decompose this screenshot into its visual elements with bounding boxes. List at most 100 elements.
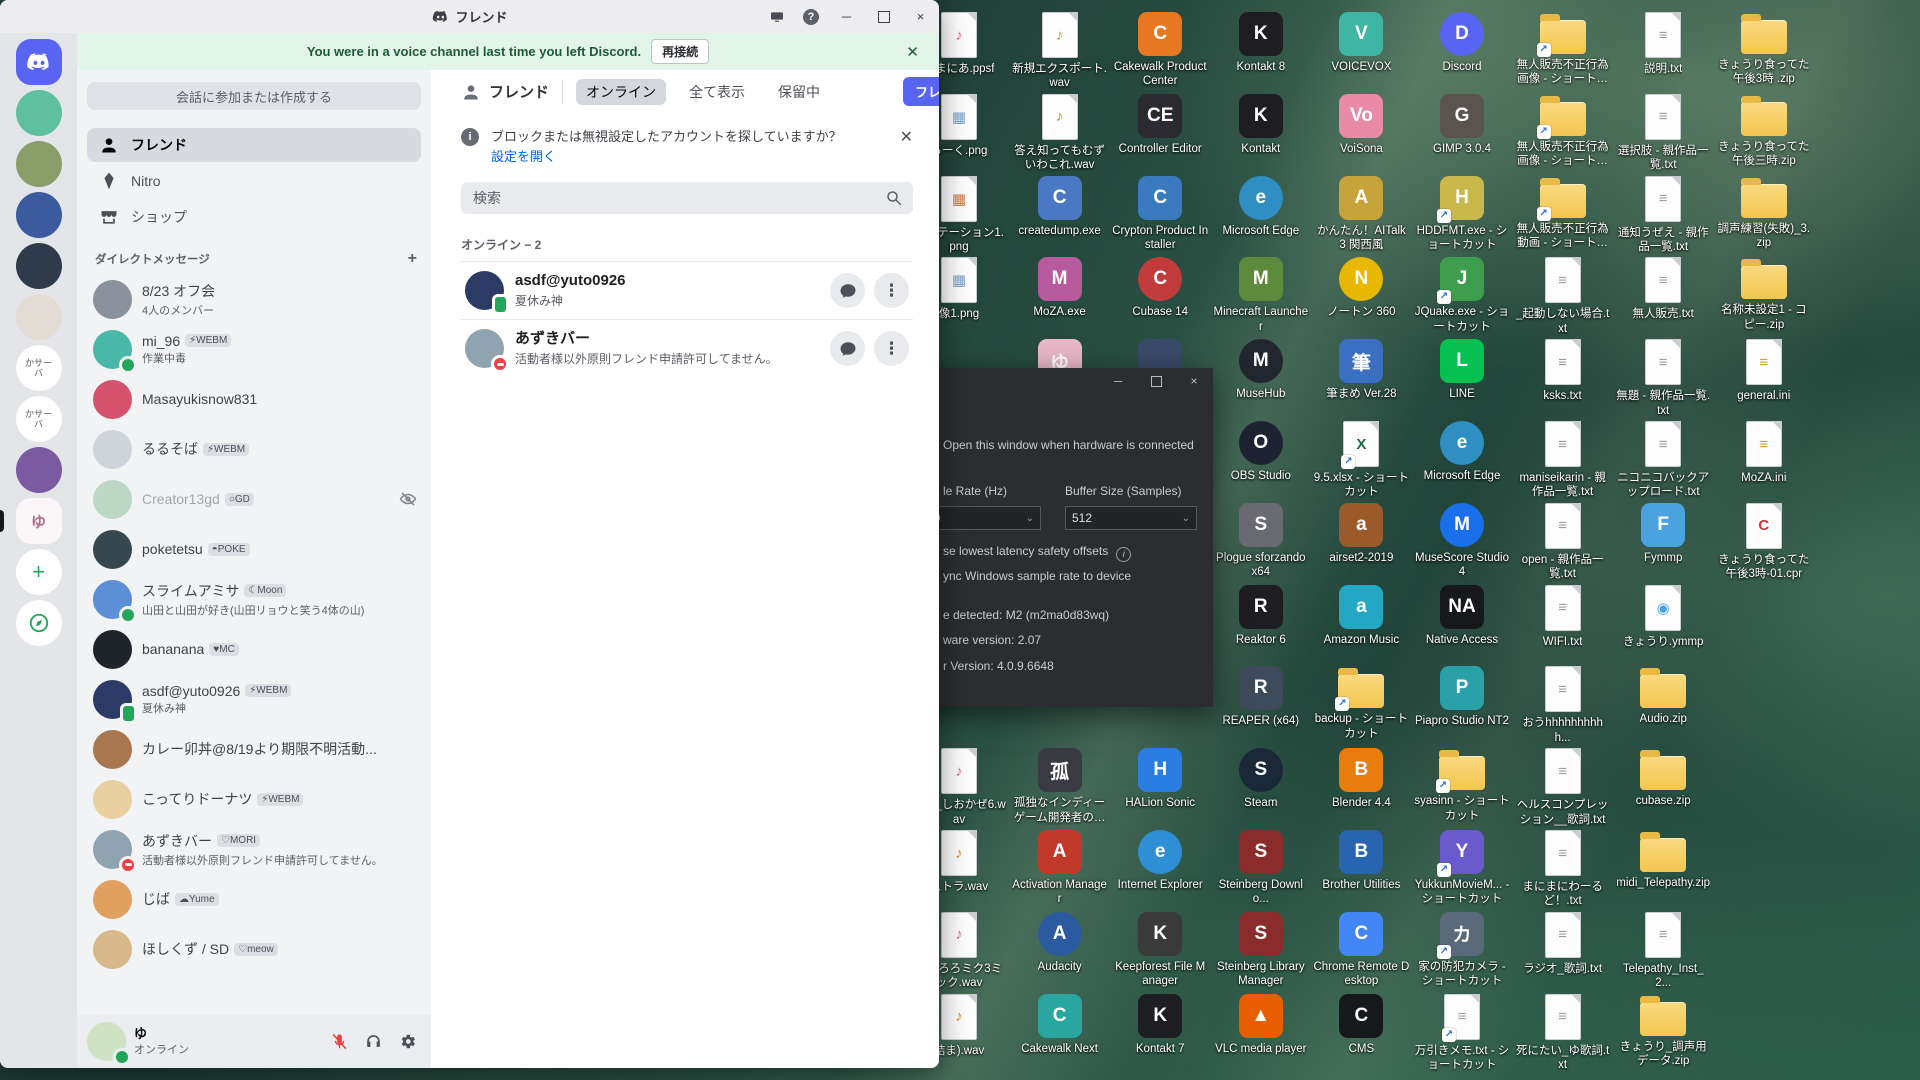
desktop-icon[interactable]: a ↗ Amazon Music: [1313, 585, 1409, 647]
desktop-icon[interactable]: A ↗ Activation Manager: [1012, 830, 1108, 907]
desktop-icon[interactable]: S ↗ Steam: [1213, 748, 1309, 810]
desktop-icon[interactable]: M ↗ MoZA.exe: [1012, 257, 1108, 319]
conversation-search-button[interactable]: 会話に参加または作成する: [87, 82, 421, 110]
desktop-icon[interactable]: H ↗ HALion Sonic: [1112, 748, 1208, 810]
dialog-maximize-icon[interactable]: [1137, 368, 1175, 394]
sidebar-item-shop[interactable]: ショップ: [87, 200, 421, 234]
dm-item[interactable]: こってりドーナツ ⚡WEBM: [87, 774, 423, 824]
dialog-minimize-icon[interactable]: ─: [1099, 368, 1137, 394]
explore-servers-button[interactable]: [0, 600, 77, 646]
desktop-icon[interactable]: C ↗ Chrome Remote Desktop: [1313, 912, 1409, 989]
dm-item[interactable]: asdf@yuto0926 ⚡WEBM 夏休み神: [87, 674, 423, 724]
desktop-icon[interactable]: B ↗ Brother Utilities: [1313, 830, 1409, 892]
dm-item[interactable]: スライムアミサ ☾Moon 山田と山田が好き(山田リョウと笑う4体の山): [87, 574, 423, 624]
desktop-icon[interactable]: ≡ ↗ ニコニコバックアップロード.txt: [1615, 421, 1711, 500]
desktop-icon[interactable]: ↗ 無人販売不正行為動画 - ショートカット: [1515, 176, 1611, 251]
desktop-icon[interactable]: M ↗ MuseScore Studio 4: [1414, 503, 1510, 580]
desktop-icon[interactable]: ↗ syasinn - ショートカット: [1414, 748, 1510, 823]
server-icon[interactable]: ゆ: [0, 498, 77, 544]
dm-item[interactable]: あずきバー ♡MORI 活動者様以外原則フレンド申請許可してません。: [87, 824, 423, 874]
desktop-icon[interactable]: ≡ ↗ 万引きメモ.txt - ショートカット: [1414, 994, 1510, 1073]
message-button[interactable]: [830, 331, 865, 366]
desktop-icon[interactable]: カ ↗ 家の防犯カメラ - ショートカット: [1414, 912, 1510, 989]
dm-item[interactable]: mi_96 ⚡WEBM 作業中毒: [87, 324, 423, 374]
desktop-icon[interactable]: L ↗ LINE: [1414, 339, 1510, 401]
friend-search-input[interactable]: [471, 189, 885, 207]
desktop-icon[interactable]: S ↗ Steinberg Downlo...: [1213, 830, 1309, 907]
desktop-icon[interactable]: K ↗ Kontakt 7: [1112, 994, 1208, 1056]
friends-tab[interactable]: 保留中: [768, 79, 830, 105]
desktop-icon[interactable]: M ↗ Minecraft Launcher: [1213, 257, 1309, 334]
desktop-icon[interactable]: R ↗ Reaktor 6: [1213, 585, 1309, 647]
desktop-icon[interactable]: C ↗ Cakewalk Next: [1012, 994, 1108, 1056]
desktop-icon[interactable]: NA ↗ Native Access: [1414, 585, 1510, 647]
desktop-icon[interactable]: ≡ ↗ WIFI.txt: [1515, 585, 1611, 649]
desktop-icon[interactable]: F ↗ Fymmp: [1615, 503, 1711, 565]
desktop-icon[interactable]: H ↗ HDDFMT.exe - ショートカット: [1414, 176, 1510, 253]
desktop-icon[interactable]: D ↗ Discord: [1414, 12, 1510, 74]
sync-sample-rate-option[interactable]: ync Windows sample rate to device: [943, 569, 1203, 583]
desktop-icon[interactable]: ↗ 調声練習(失敗)_3.zip: [1716, 176, 1812, 251]
dm-item[interactable]: ほしくず / SD ♡meow: [87, 924, 423, 974]
desktop-icon[interactable]: ↗ きょうり食ってた午後三時.zip: [1716, 94, 1812, 169]
desktop-icon[interactable]: ◉ ↗ きょうり.ymmp: [1615, 585, 1711, 649]
buffer-size-dropdown[interactable]: 512 ⌄: [1065, 506, 1197, 530]
desktop-icon[interactable]: C ↗ Cakewalk Product Center: [1112, 12, 1208, 89]
desktop-icon[interactable]: M ↗ MuseHub: [1213, 339, 1309, 401]
maximize-icon[interactable]: [865, 0, 902, 33]
desktop-icon[interactable]: G ↗ GIMP 3.0.4: [1414, 94, 1510, 156]
add-friend-button[interactable]: フレ: [903, 77, 939, 106]
desktop-icon[interactable]: ≡ ↗ 無人販売.txt: [1615, 257, 1711, 321]
desktop-icon[interactable]: 筆 ↗ 筆まめ Ver.28: [1313, 339, 1409, 401]
desktop-icon[interactable]: R ↗ REAPER (x64): [1213, 666, 1309, 728]
mic-muted-button[interactable]: [325, 1028, 353, 1056]
desktop-icon[interactable]: K ↗ Kontakt: [1213, 94, 1309, 156]
dm-item[interactable]: カレー卯丼@8/19より期限不明活動...: [87, 724, 423, 774]
desktop-icon[interactable]: C ↗ Cubase 14: [1112, 257, 1208, 319]
desktop-icon[interactable]: a ↗ airset2-2019: [1313, 503, 1409, 565]
dm-item[interactable]: るるそば ⚡WEBM: [87, 424, 423, 474]
desktop-icon[interactable]: CE ↗ Controller Editor: [1112, 94, 1208, 156]
friend-row[interactable]: asdf@yuto0926 夏休み神 ⋮: [461, 261, 913, 319]
server-icon[interactable]: [0, 192, 77, 238]
desktop-icon[interactable]: ≡ ↗ 無題 - 親作品一覧.txt: [1615, 339, 1711, 418]
server-icon[interactable]: [0, 90, 77, 136]
desktop-icon[interactable]: V ↗ VOICEVOX: [1313, 12, 1409, 74]
desktop-icon[interactable]: ↗ Audio.zip: [1615, 666, 1711, 726]
desktop-icon[interactable]: ↗ きょうり_調声用データ.zip: [1615, 994, 1711, 1069]
desktop-icon[interactable]: ♪ ↗ 新規エクスポート.wav: [1012, 12, 1108, 91]
dm-item[interactable]: Creator13gd ○GD: [87, 474, 423, 524]
open-settings-link[interactable]: 設定を開く: [491, 149, 556, 164]
desktop-icon[interactable]: C ↗ createdump.exe: [1012, 176, 1108, 238]
desktop-icon[interactable]: ↗ 無人販売不正行為画像 - ショートカッ...: [1515, 12, 1611, 87]
open-on-connect-option[interactable]: Open this window when hardware is connec…: [943, 438, 1203, 452]
desktop-icon[interactable]: N ↗ ノートン 360: [1313, 257, 1409, 319]
desktop-icon[interactable]: S ↗ Steinberg Library Manager: [1213, 912, 1309, 989]
desktop-icon[interactable]: ↗ 名称未設定1 - コピー.zip: [1716, 257, 1812, 332]
screenshare-icon[interactable]: [760, 0, 794, 33]
close-icon[interactable]: ×: [902, 0, 939, 33]
desktop-icon[interactable]: ↗ backup - ショートカット: [1313, 666, 1409, 741]
desktop-icon[interactable]: ≡ ↗ MoZA.ini: [1716, 421, 1812, 485]
desktop-icon[interactable]: ≡ ↗ general.ini: [1716, 339, 1812, 403]
banner-close-icon[interactable]: ✕: [906, 43, 919, 61]
desktop-icon[interactable]: ≡ ↗ Telepathy_Inst_2...: [1615, 912, 1711, 991]
friend-row[interactable]: あずきバー 活動者様以外原則フレンド申請許可してません。 ⋮: [461, 319, 913, 377]
desktop-icon[interactable]: ↗ きょうり食ってた午後3時 .zip: [1716, 12, 1812, 87]
message-button[interactable]: [830, 273, 865, 308]
desktop-icon[interactable]: ≡ ↗ まにまにわーるど！.txt: [1515, 830, 1611, 909]
deafen-button[interactable]: [359, 1028, 387, 1056]
server-icon[interactable]: [0, 243, 77, 289]
dm-item[interactable]: poketetsu ◓POKE: [87, 524, 423, 574]
desktop-icon[interactable]: A ↗ Audacity: [1012, 912, 1108, 974]
desktop-icon[interactable]: O ↗ OBS Studio: [1213, 421, 1309, 483]
desktop-icon[interactable]: ↗ cubase.zip: [1615, 748, 1711, 808]
server-icon[interactable]: [0, 294, 77, 340]
desktop-icon[interactable]: ≡ ↗ maniseikarin - 親作品一覧.txt: [1515, 421, 1611, 500]
desktop-icon[interactable]: ≡ ↗ open - 親作品一覧.txt: [1515, 503, 1611, 582]
desktop-icon[interactable]: J ↗ JQuake.exe - ショートカット: [1414, 257, 1510, 334]
create-dm-icon[interactable]: +: [408, 250, 417, 268]
server-icon[interactable]: かサーバ: [0, 345, 77, 391]
desktop-icon[interactable]: 孤 ↗ 孤独なインディーゲーム開発者の一生...: [1012, 748, 1108, 825]
desktop-icon[interactable]: ≡ ↗ 死にたい_ゆ歌詞.txt: [1515, 994, 1611, 1073]
